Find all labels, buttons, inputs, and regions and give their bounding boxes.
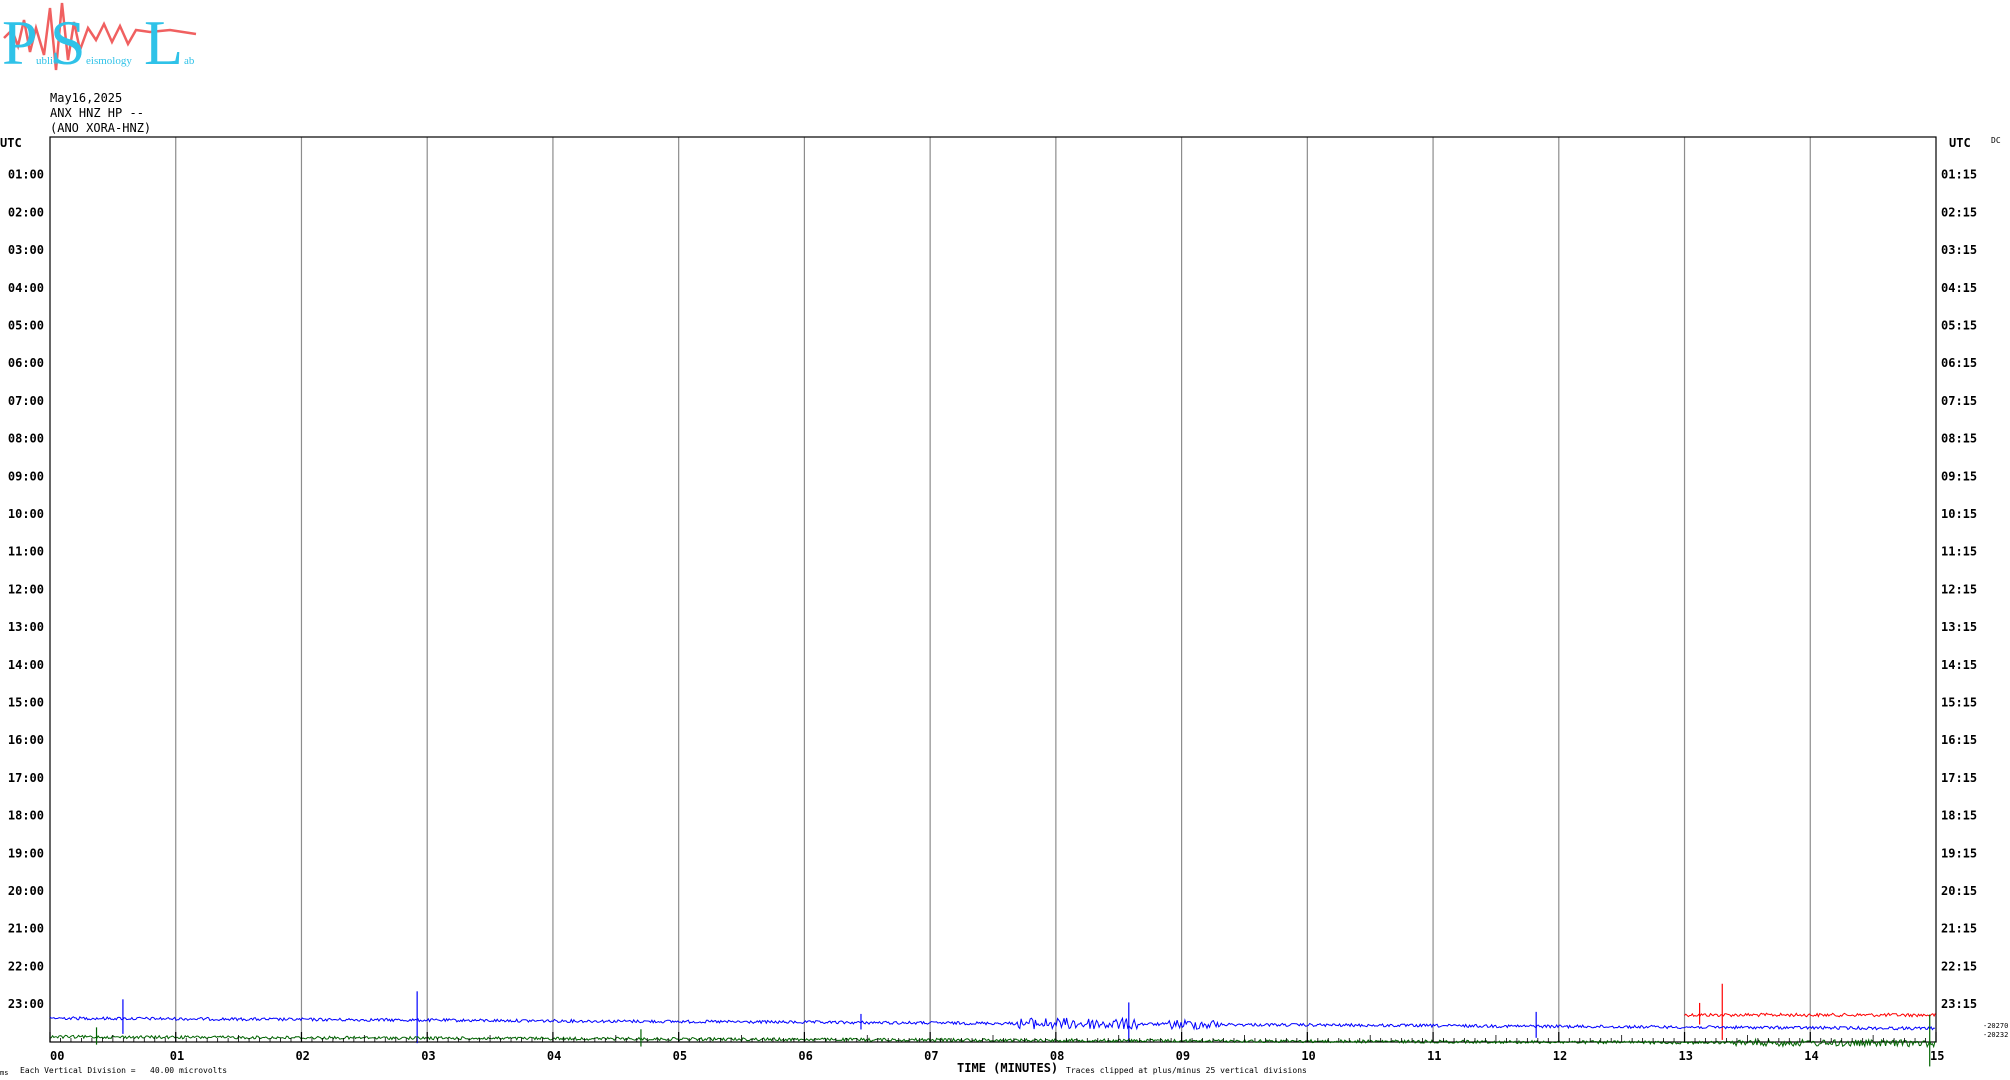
dc-offset-value: -20232 <box>1983 1031 2008 1039</box>
helicorder-plot: P ublic S eismology L ab May16,2025 ANX … <box>0 2 2008 1077</box>
row-label-right: 21:15 <box>1941 922 1977 936</box>
dc-label: DC <box>1991 136 2001 145</box>
x-tick-label: 06 <box>798 1049 812 1063</box>
row-labels-right: 01:15 02:15 03:15 04:15 05:15 06:15 07:15 08:15… <box>1941 168 1977 1011</box>
dc-offset-labels: -20270-20232 <box>1983 1022 2008 1039</box>
x-tick-label: 11 <box>1427 1049 1441 1063</box>
time-grid <box>175 137 1811 1042</box>
x-tick-label: 09 <box>1176 1049 1190 1063</box>
row-label-right: 19:15 <box>1941 846 1977 860</box>
logo-letter-p: P <box>2 7 38 78</box>
header-station: ANX HNZ HP -- <box>50 106 144 120</box>
x-tick-label: 13 <box>1679 1049 1693 1063</box>
x-axis-title: TIME (MINUTES) <box>957 1061 1058 1075</box>
row-label-right: 17:15 <box>1941 771 1977 785</box>
x-axis-ticks <box>49 1032 1937 1042</box>
row-labels-left: 01:00 02:00 03:00 04:00 05:00 06:00 07:00 08:00… <box>8 168 44 1011</box>
scale-note: Each Vertical Division = 40.00 microvolt… <box>20 1066 227 1075</box>
row-label-left: 11:00 <box>8 545 44 559</box>
row-label-right: 20:15 <box>1941 884 1977 898</box>
x-tick-label: 03 <box>421 1049 435 1063</box>
row-label-left: 05:00 <box>8 319 44 333</box>
x-tick-label: 04 <box>547 1049 561 1063</box>
row-label-left: 20:00 <box>8 884 44 898</box>
row-label-left: 14:00 <box>8 658 44 672</box>
logo-letter-s: S <box>50 7 86 78</box>
x-tick-label: 12 <box>1553 1049 1567 1063</box>
row-label-right: 11:15 <box>1941 545 1977 559</box>
row-label-right: 23:15 <box>1941 997 1977 1011</box>
logo-word-s: eismology <box>86 55 132 67</box>
row-label-right: 04:15 <box>1941 281 1977 295</box>
row-label-left: 06:00 <box>8 356 44 370</box>
trace-2 <box>49 1015 1936 1031</box>
x-tick-label: 01 <box>170 1049 184 1063</box>
row-label-left: 09:00 <box>8 469 44 483</box>
clip-note: Traces clipped at plus/minus 25 vertical… <box>1066 1066 1307 1075</box>
row-label-right: 18:15 <box>1941 809 1977 823</box>
row-label-left: 04:00 <box>8 281 44 295</box>
header-date: May16,2025 <box>50 91 122 105</box>
row-label-right: 09:15 <box>1941 469 1977 483</box>
header-network: (ANO XORA-HNZ) <box>50 121 151 135</box>
row-label-right: 07:15 <box>1941 394 1977 408</box>
logo-letter-l: L <box>144 7 183 78</box>
logo-word-l: ab <box>184 55 195 67</box>
x-tick-label: 14 <box>1804 1049 1818 1063</box>
plot-frame <box>49 136 1937 1043</box>
row-label-left: 18:00 <box>8 809 44 823</box>
row-label-right: 01:15 <box>1941 168 1977 182</box>
psl-logo: P ublic S eismology L ab <box>2 2 197 78</box>
utc-right-label: UTC <box>1949 136 1971 150</box>
row-label-left: 15:00 <box>8 696 44 710</box>
row-label-right: 03:15 <box>1941 243 1977 257</box>
row-label-left: 23:00 <box>8 997 44 1011</box>
row-label-right: 08:15 <box>1941 432 1977 446</box>
row-label-left: 16:00 <box>8 733 44 747</box>
x-tick-label: 15 <box>1930 1049 1944 1063</box>
row-label-left: 22:00 <box>8 959 44 973</box>
row-label-right: 16:15 <box>1941 733 1977 747</box>
row-label-left: 17:00 <box>8 771 44 785</box>
row-label-right: 13:15 <box>1941 620 1977 634</box>
row-label-right: 05:15 <box>1941 319 1977 333</box>
row-label-left: 02:00 <box>8 205 44 219</box>
corner-note: ms <box>0 1069 8 1077</box>
row-label-left: 19:00 <box>8 846 44 860</box>
x-tick-label: 00 <box>50 1049 64 1063</box>
seismic-traces <box>49 983 1936 1067</box>
row-label-left: 07:00 <box>8 394 44 408</box>
row-label-right: 12:15 <box>1941 582 1977 596</box>
row-label-right: 02:15 <box>1941 205 1977 219</box>
row-label-right: 15:15 <box>1941 696 1977 710</box>
row-label-right: 06:15 <box>1941 356 1977 370</box>
row-label-left: 13:00 <box>8 620 44 634</box>
dc-offset-value: -20270 <box>1983 1022 2008 1030</box>
row-label-right: 14:15 <box>1941 658 1977 672</box>
utc-left-label: UTC <box>0 136 22 150</box>
row-label-right: 10:15 <box>1941 507 1977 521</box>
row-label-left: 03:00 <box>8 243 44 257</box>
x-tick-label: 10 <box>1301 1049 1315 1063</box>
row-label-left: 01:00 <box>8 168 44 182</box>
row-label-left: 12:00 <box>8 582 44 596</box>
row-label-left: 08:00 <box>8 432 44 446</box>
row-label-right: 22:15 <box>1941 959 1977 973</box>
row-label-left: 21:00 <box>8 922 44 936</box>
row-label-left: 10:00 <box>8 507 44 521</box>
x-tick-label: 07 <box>924 1049 938 1063</box>
x-tick-label: 02 <box>295 1049 309 1063</box>
x-tick-label: 05 <box>673 1049 687 1063</box>
